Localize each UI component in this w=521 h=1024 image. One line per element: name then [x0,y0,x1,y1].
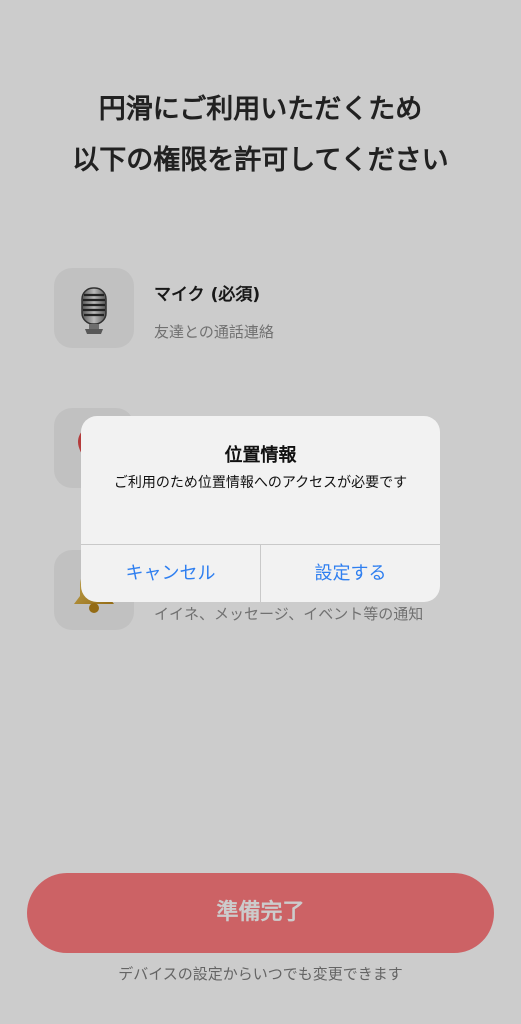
location-alert-dialog: 位置情報 ご利用のため位置情報へのアクセスが必要です キャンセル 設定する [81,416,440,602]
alert-title: 位置情報 [224,445,297,466]
alert-message: ご利用のため位置情報へのアクセスが必要です [113,475,408,491]
cancel-button[interactable]: キャンセル [81,545,260,602]
open-settings-button[interactable]: 設定する [261,545,440,602]
